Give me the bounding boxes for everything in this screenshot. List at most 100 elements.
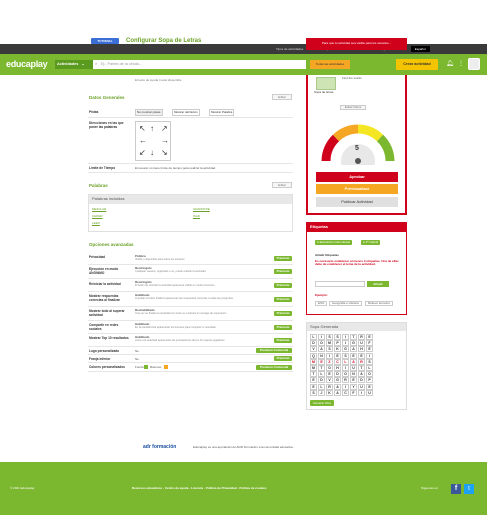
all-activities-label: Todas las actividades [315,62,345,66]
gauge-value: 5 [355,145,359,152]
tag-chip[interactable]: ● Educación intercultural [315,240,353,246]
soup-cell: M [310,365,317,371]
logo[interactable]: educaplay [6,59,48,69]
option-value: Fondo: [135,365,145,369]
soup-cell: S [342,352,349,359]
footer-link[interactable]: Licencia [191,486,203,490]
soup-cell: M [326,340,333,347]
soup-cell: L [310,334,317,340]
soup-cell: H [334,365,341,371]
main-nav: educaplay Actividades ⌄ ⌕ Ej.: Partes de… [0,54,487,75]
background-color-swatch[interactable] [144,365,148,369]
all-activities-toggle[interactable]: Todas las actividades [310,60,350,69]
arrow-w-icon[interactable]: ← [139,136,147,145]
approve-label: Aprobar [349,174,365,179]
soup-cell: R [326,383,333,390]
soup-cell: R [358,358,365,365]
word-item: LEER [92,221,100,225]
pistas-option-word[interactable]: Mostrar Palabra [209,109,235,117]
premium-button[interactable]: Premium [274,356,292,361]
button-color-swatch[interactable] [164,365,168,369]
option-label: Compartir en redes sociales [89,323,119,331]
arrow-se-icon[interactable]: ↘ [161,148,168,157]
soup-cell: D [318,377,325,384]
twitter-icon[interactable]: t [464,484,474,494]
soup-cell: G [342,346,349,353]
footer-link[interactable]: Recursos educativos [132,486,162,490]
soup-cell: H [358,346,365,353]
grid-icon[interactable]: ⋮ [458,60,464,67]
preview-button[interactable]: Previsualizar [316,184,398,194]
option-desc: El botón de reiniciar la actividad apare… [135,284,215,287]
copyright: © 2021 Educaplay [10,486,35,490]
soup-cell: I [342,365,349,371]
search-input[interactable]: ⌕ Ej.: Partes de la célula... [93,60,306,69]
directions-label: Direcciones en las que poner las palabra… [89,121,124,129]
arrow-e-icon[interactable]: → [161,136,169,145]
datos-edit-button[interactable]: Editar [272,94,292,100]
footer-link[interactable]: Política de cookies [239,486,266,490]
premium-commercial-button[interactable]: Premium Comercial [256,348,292,353]
soup-cell: M [310,358,317,365]
facebook-icon[interactable]: f [451,484,461,494]
option-desc: Visible y disponible para todos los usua… [135,258,185,261]
activity-name: Find the words [342,76,362,80]
generate-another-button[interactable]: Generar Otra [310,400,334,406]
add-tag-button[interactable]: Añadir [367,281,389,287]
premium-button[interactable]: Premium [274,269,292,274]
pistas-option-definition[interactable]: Mostrar definición [172,109,200,117]
option-desc: Una vez se finalice la actividad con éxi… [135,312,227,315]
arrow-n-icon[interactable]: ↑ [150,124,154,133]
premium-button[interactable]: Premium [274,297,292,302]
option-desc: En la pantalla final aparecerán los boto… [135,326,216,329]
soup-cell: D [334,371,341,378]
premium-button[interactable]: Premium [274,338,292,343]
premium-commercial-button[interactable]: Premium Comercial [256,365,292,370]
premium-button[interactable]: Premium [274,325,292,330]
top-links-bar: Tipos de actividades Centro de ayuda Int… [0,44,487,54]
arrow-sw-icon[interactable]: ↙ [139,148,146,157]
arrow-s-icon[interactable]: ↓ [150,148,154,157]
generated-soup-header: Sopa Generada [307,323,406,331]
premium-button[interactable]: Premium [274,283,292,288]
arrow-ne-icon[interactable]: ↗ [161,124,168,133]
publish-button[interactable]: Publicar Actividad [316,197,398,207]
premium-button[interactable]: Premium [274,256,292,261]
tag-icon: ● [317,240,319,244]
premium-button[interactable]: Premium [274,311,292,316]
tag-chip[interactable]: ● 3º infantil [361,240,380,246]
option-row-bottom-bar: Franja inferior No Premium [88,355,293,363]
edit-data-button[interactable]: Editar Datos [340,105,366,110]
option-label: Mostrar respuestas correctas al finaliza… [89,294,120,302]
footer-link[interactable]: Centro de ayuda [165,486,189,490]
soup-cell: G [334,377,341,384]
soup-cell: Q [310,352,317,359]
option-label: Logo personalizado [89,349,120,353]
soup-cell: N [318,352,325,359]
time-limit-value: El usuario no tiene límite de tiempo par… [135,166,217,170]
soup-cell: O [326,365,333,371]
difficulty-gauge [321,124,395,165]
footer-link[interactable]: Política de Privacidad [206,486,237,490]
avatar[interactable] [468,58,480,70]
included-words-box: Palabras incluidas MEZCLAR CEDER LEER GR… [88,194,293,232]
pistas-row: Pistas No mostrar pistas Mostrar definic… [88,106,293,118]
tutorial-badge-label: TUTORIAL [97,39,113,43]
tag-input[interactable] [315,281,365,287]
create-activity-button[interactable]: Crear actividad [396,59,438,70]
top-link-activity-types[interactable]: Tipos de actividades [276,47,303,51]
language-selector[interactable]: Español [410,46,430,52]
soup-cell: T [310,371,317,378]
palabras-edit-button[interactable]: Editar [272,182,292,188]
pistas-option-none[interactable]: No mostrar pistas [135,109,163,117]
preview-label: Previsualizar [344,186,370,191]
soup-cell: T [318,365,325,371]
soup-cell: S [310,389,317,396]
approve-button[interactable]: Aprobar [316,172,398,182]
arrow-nw-icon[interactable]: ↖ [139,124,146,133]
soup-cell: O [342,371,349,378]
activities-label: Actividades [57,62,79,66]
soup-cell: E [366,383,373,390]
activities-dropdown[interactable]: Actividades ⌄ [55,60,93,69]
bell-icon[interactable]: 🔔︎ [446,60,454,67]
